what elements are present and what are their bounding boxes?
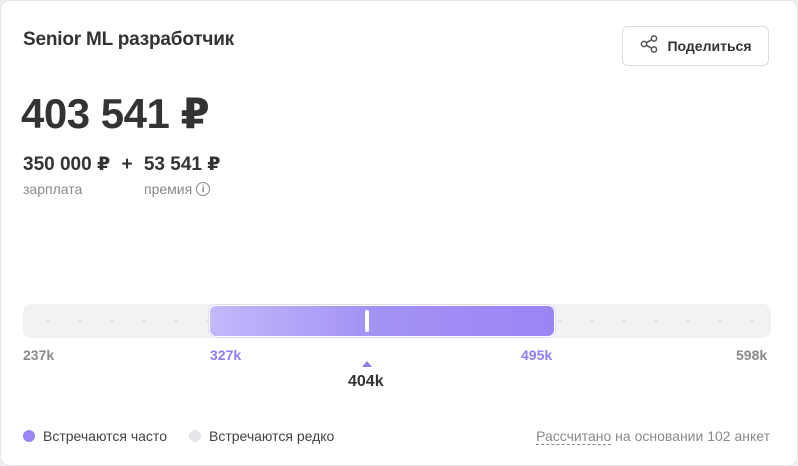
frequent-salary-range [209,305,555,337]
bonus-value: 53 541 ₽ [143,154,221,175]
legend: Встречаются часто Встречаются редко [23,428,356,444]
track-dot [719,320,721,322]
median-marker [365,310,369,332]
track-dot [559,320,561,322]
legend-rare-swatch [188,430,201,442]
bonus-caption-row: премия i [144,181,211,197]
job-title: Senior ML разработчик [23,29,234,50]
legend-frequent-swatch [23,430,35,442]
track-dot [655,320,657,322]
info-icon[interactable]: i [196,182,211,196]
salary-value: 350 000 ₽ [23,154,111,175]
legend-frequent: Встречаются часто [23,428,167,444]
sample-size-text: на основании 102 анкет [611,428,770,444]
legend-frequent-label: Встречаются часто [43,428,167,444]
plus-sign: + [121,154,133,175]
track-dot [175,320,177,322]
legend-rare: Встречаются редко [188,428,335,444]
range-q1-label: 327k [210,347,242,363]
salary-caption: зарплата [23,181,83,197]
salary-card: Senior ML разработчик Поделиться 403 541… [0,0,798,466]
bonus-caption: премия [144,181,193,197]
sample-size-note: Рассчитано на основании 102 анкет [536,428,770,445]
track-dot [751,320,753,322]
track-dot [47,320,49,322]
total-income: 403 541 ₽ [21,90,210,137]
track-dot [79,320,81,322]
share-button[interactable]: Поделиться [622,26,769,66]
range-q3-label: 495k [521,347,553,363]
income-breakdown: 350 000 ₽ + 53 541 ₽ [23,153,220,176]
median-arrow-icon [362,361,372,367]
track-dot [111,320,113,322]
track-dot [143,320,145,322]
legend-rare-label: Встречаются редко [208,428,335,444]
range-max-label: 598k [736,347,768,363]
share-button-label: Поделиться [667,38,752,54]
share-icon [639,34,659,59]
track-dot [591,320,593,322]
track-dot [687,320,689,322]
range-min-label: 237k [23,347,55,363]
track-dot [623,320,625,322]
median-label: 404k [348,373,384,390]
calculation-link[interactable]: Рассчитано [536,428,612,445]
